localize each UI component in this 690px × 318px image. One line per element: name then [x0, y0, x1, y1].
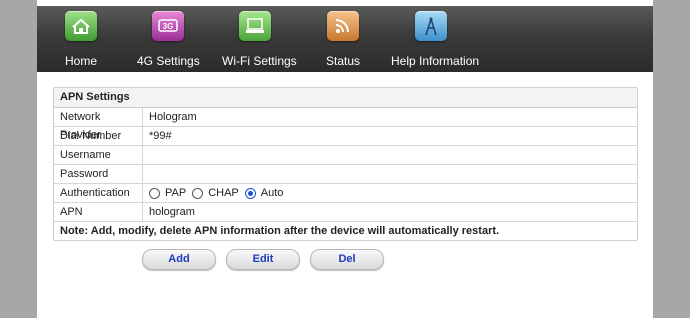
radio-chap[interactable] [192, 187, 204, 199]
password-label: Password [54, 165, 143, 183]
top-navigation: Home 3G 4G Settings Wi-Fi Settings Statu… [37, 6, 653, 72]
password-field[interactable] [143, 165, 637, 183]
nav-wifi-settings[interactable]: Wi-Fi Settings [222, 6, 297, 72]
restart-note: Note: Add, modify, delete APN informatio… [60, 225, 500, 237]
network-provider-value[interactable]: Hologram [143, 108, 637, 126]
username-field[interactable] [143, 146, 637, 164]
apn-value[interactable]: hologram [143, 203, 637, 221]
authentication-options: PAP CHAP Auto [143, 184, 637, 202]
network-provider-label: Network Provider [54, 108, 143, 141]
4g-icon: 3G [152, 11, 184, 41]
radio-chap-label: CHAP [208, 187, 239, 199]
svg-text:3G: 3G [163, 22, 174, 31]
authentication-row: Authentication PAP CHAP Auto [54, 184, 637, 203]
dial-number-label: Dial Number [54, 127, 143, 145]
nav-help-information[interactable]: Help Information [391, 6, 479, 72]
nav-home[interactable]: Home [59, 6, 103, 72]
authentication-label: Authentication [54, 184, 143, 202]
apn-settings-panel: APN Settings Network Provider Hologram D… [53, 87, 638, 241]
panel-title: APN Settings [54, 88, 637, 108]
antenna-icon [415, 11, 447, 41]
main-page: Home 3G 4G Settings Wi-Fi Settings Statu… [37, 0, 653, 318]
nav-4g-settings[interactable]: 3G 4G Settings [137, 6, 200, 72]
radio-pap-label: PAP [165, 187, 187, 199]
username-label: Username [54, 146, 143, 164]
radio-auto[interactable] [244, 187, 256, 199]
radio-pap[interactable] [149, 187, 160, 199]
network-provider-row: Network Provider Hologram [54, 108, 637, 141]
del-button[interactable]: Del [310, 249, 384, 270]
apn-label: APN [54, 203, 143, 221]
wifi-settings-icon [239, 11, 271, 41]
home-icon [65, 11, 97, 41]
add-button[interactable]: Add [142, 249, 216, 270]
dial-number-field[interactable]: *99# [143, 127, 637, 145]
rss-status-icon [327, 11, 359, 41]
password-row: Password [54, 165, 637, 184]
nav-status[interactable]: Status [325, 6, 361, 72]
username-row: Username [54, 146, 637, 165]
dial-number-row: Dial Number *99# [54, 127, 637, 146]
edit-button[interactable]: Edit [226, 249, 300, 270]
apn-row: APN hologram [54, 203, 637, 222]
radio-auto-label: Auto [260, 187, 284, 199]
